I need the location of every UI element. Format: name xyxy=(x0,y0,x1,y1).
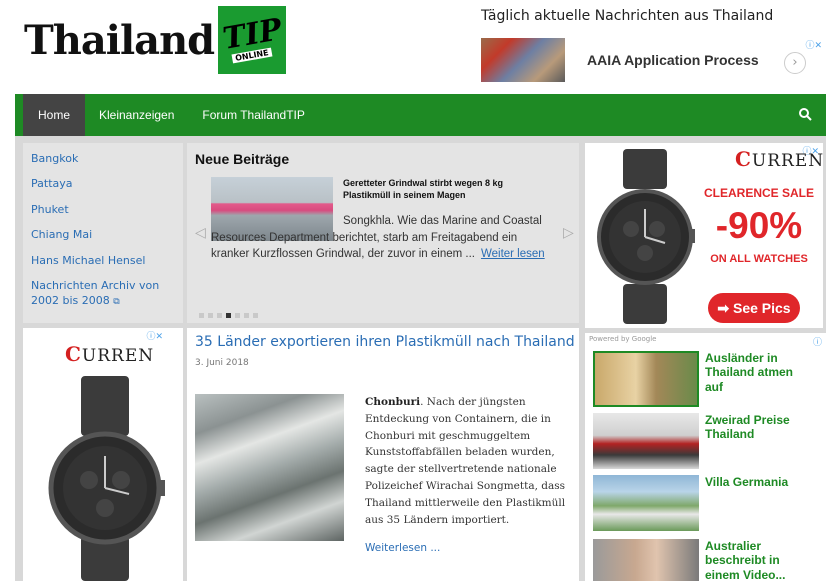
sidebar-link-archiv[interactable]: Nachrichten Archiv von 2002 bis 2008 ⧉ xyxy=(31,278,175,309)
nav-item-home[interactable]: Home xyxy=(23,94,85,136)
rec-item-image[interactable] xyxy=(593,539,699,581)
slider-prev-icon[interactable]: ◁ xyxy=(195,225,206,241)
article-lead-place: Chonburi xyxy=(365,396,421,408)
article-card: 35 Länder exportieren ihren Plastikmüll … xyxy=(187,328,579,581)
neue-beitraege-slider: Neue Beiträge ◁ Geretteter Grindwal stir… xyxy=(187,143,579,323)
watch-image xyxy=(48,376,165,581)
slider-dot[interactable] xyxy=(244,313,249,318)
rec-item-title[interactable]: Villa Germania xyxy=(705,475,813,489)
rec-item-title[interactable]: Ausländer in Thailand atmen auf xyxy=(705,351,813,394)
adchoices-icon[interactable]: ⓘ xyxy=(813,335,822,348)
adchoices-icon[interactable]: ⓘ✕ xyxy=(805,38,822,51)
sidebar-link-archiv-label: Nachrichten Archiv von 2002 bis 2008 xyxy=(31,278,160,308)
sidebar-link-pattaya[interactable]: Pattaya xyxy=(31,176,175,191)
top-banner-ad[interactable]: AAIA Application Process › ⓘ✕ xyxy=(481,38,826,82)
sidebar-link-chiang-mai[interactable]: Chiang Mai xyxy=(31,227,175,242)
slide-teaser: Songkhla. Wie das Marine and Coastal Res… xyxy=(211,213,556,263)
sidebar-link-phuket[interactable]: Phuket xyxy=(31,202,175,217)
article-image[interactable] xyxy=(195,394,344,541)
sidebar-link-hensel[interactable]: Hans Michael Hensel xyxy=(31,253,175,268)
site-logo[interactable]: Thailand TIP ONLINE xyxy=(24,6,287,74)
rec-item[interactable]: Ausländer in Thailand atmen auf xyxy=(593,351,815,409)
article-title-link[interactable]: 35 Länder exportieren ihren Plastikmüll … xyxy=(195,334,575,350)
nav-item-kleinanzeigen[interactable]: Kleinanzeigen xyxy=(85,94,188,136)
search-icon[interactable] xyxy=(798,107,812,121)
external-link-icon: ⧉ xyxy=(113,297,120,308)
rec-item-image[interactable] xyxy=(593,413,699,469)
adchoices-icon[interactable]: ⓘ✕ xyxy=(146,329,163,342)
sidebar-link-bangkok[interactable]: Bangkok xyxy=(31,151,175,166)
logo-badge-text: TIP xyxy=(219,12,285,57)
slide-read-more-link[interactable]: Weiter lesen xyxy=(481,248,545,260)
rec-item[interactable]: Villa Germania xyxy=(593,475,815,533)
article-read-more-link[interactable]: Weiterlesen ... xyxy=(365,542,440,554)
watch-ad-right[interactable]: ⓘ✕ CURREN CLEARENCE SALE -90% ON ALL WAT… xyxy=(585,143,823,328)
slider-dot[interactable] xyxy=(226,313,231,318)
slider-dot[interactable] xyxy=(208,313,213,318)
rec-item-image[interactable] xyxy=(593,475,699,531)
curren-logo: CURREN xyxy=(735,147,825,171)
curren-logo: CURREN xyxy=(65,342,155,366)
article-teaser: Chonburi. Nach der jüngsten Entdeckung v… xyxy=(365,394,575,528)
watch-ad-left[interactable]: ⓘ✕ CURREN xyxy=(23,328,183,581)
section-title: Neue Beiträge xyxy=(195,151,290,167)
article-date: 3. Juni 2018 xyxy=(195,358,249,368)
logo-badge: TIP ONLINE xyxy=(218,6,287,74)
nav-item-forum[interactable]: Forum ThailandTIP xyxy=(188,94,319,136)
top-ad-arrow-icon[interactable]: › xyxy=(784,52,806,74)
rec-item-image[interactable] xyxy=(593,351,699,407)
sidebar-links: Bangkok Pattaya Phuket Chiang Mai Hans M… xyxy=(23,143,183,323)
site-tagline: Täglich aktuelle Nachrichten aus Thailan… xyxy=(481,8,774,24)
slider-dot[interactable] xyxy=(253,313,258,318)
rec-item[interactable]: Australier beschreibt in einem Video... xyxy=(593,539,815,581)
slider-dot[interactable] xyxy=(217,313,222,318)
sale-headline: CLEARENCE SALE xyxy=(703,186,814,200)
rec-item-title[interactable]: Zweirad Preise Thailand xyxy=(705,413,813,442)
top-ad-image[interactable] xyxy=(481,38,565,82)
article-teaser-text: . Nach der jüngsten Entdeckung von Conta… xyxy=(365,396,566,526)
rec-item-title[interactable]: Australier beschreibt in einem Video... xyxy=(705,539,813,581)
slide-headline[interactable]: Geretteter Grindwal stirbt wegen 8 kg Pl… xyxy=(343,177,543,201)
main-nav: Home Kleinanzeigen Forum ThailandTIP xyxy=(15,94,826,136)
rec-item[interactable]: Zweirad Preise Thailand xyxy=(593,413,815,471)
recommended-ads: Powered by Google ⓘ Ausländer in Thailan… xyxy=(585,333,826,581)
slider-next-icon[interactable]: ▷ xyxy=(563,225,574,241)
sale-subline: ON ALL WATCHES xyxy=(710,253,808,265)
slider-dots xyxy=(199,313,258,318)
slider-dot[interactable] xyxy=(235,313,240,318)
slider-dot[interactable] xyxy=(199,313,204,318)
watch-image xyxy=(597,149,695,324)
see-pics-button[interactable]: ➡ See Pics xyxy=(708,293,800,323)
logo-word: Thailand xyxy=(24,16,215,64)
powered-by-google: Powered by Google xyxy=(589,335,657,343)
top-ad-title[interactable]: AAIA Application Process xyxy=(587,52,759,68)
sale-percent: -90% xyxy=(715,205,803,246)
